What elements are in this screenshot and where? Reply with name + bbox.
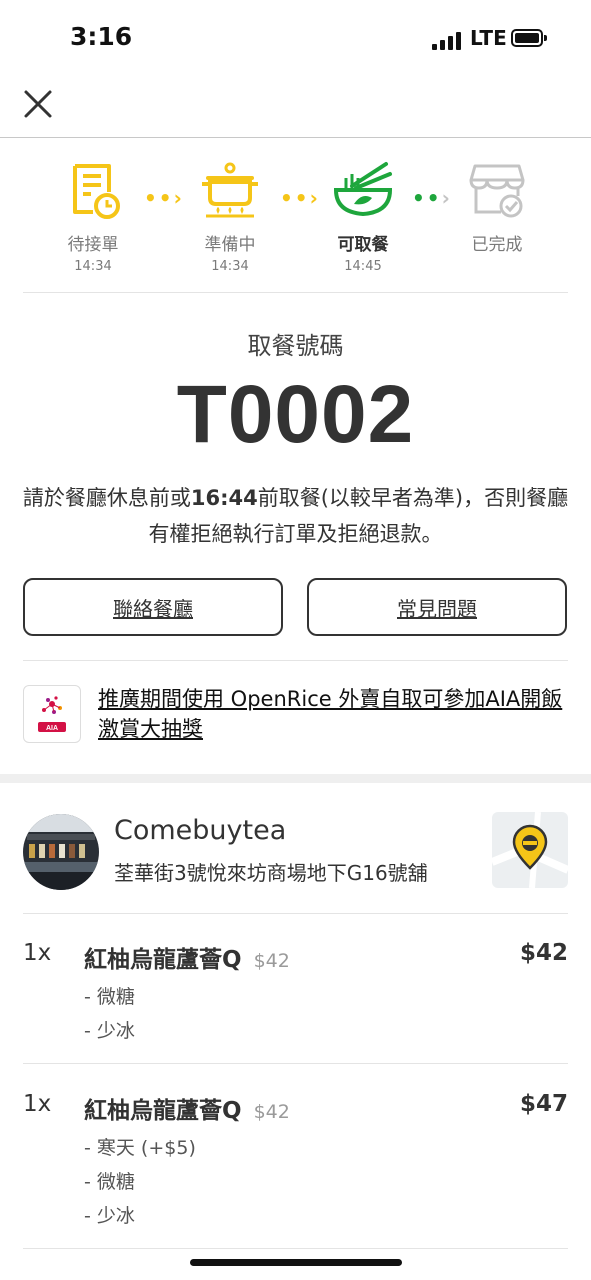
step-time: 14:34: [74, 259, 112, 274]
item-option: - 少冰: [84, 1205, 135, 1227]
step-label: 已完成: [471, 235, 523, 255]
item-base-price: $42: [253, 950, 290, 972]
aia-logo-icon: AIA: [38, 696, 66, 732]
item-option: - 微糖: [84, 1171, 135, 1193]
item-name: 紅柚烏龍蘆薈Q $42: [84, 1091, 290, 1125]
cellular-signal-icon: [432, 30, 464, 50]
item-price: $47: [519, 1091, 568, 1117]
divider: [23, 1248, 568, 1249]
aia-badge-text: AIA: [46, 725, 58, 732]
section-separator: [0, 774, 591, 783]
step-label: 可取餐: [337, 235, 389, 255]
item-base-price: $42: [253, 1101, 290, 1123]
close-button[interactable]: [20, 86, 56, 122]
divider: [23, 292, 568, 293]
map-pin-icon: [492, 812, 568, 888]
step-time: 14:45: [344, 259, 382, 274]
battery-icon: [511, 29, 547, 47]
step-order-received: 待接單 14:34: [33, 160, 153, 274]
restaurant-name: Comebuytea: [114, 815, 287, 846]
divider: [23, 660, 568, 661]
item-quantity: 1x: [23, 940, 52, 966]
aia-logo: AIA: [23, 685, 81, 743]
restaurant-photo: [23, 814, 99, 890]
item-quantity: 1x: [23, 1091, 52, 1117]
item-option: - 少冰: [84, 1020, 135, 1042]
contact-restaurant-button[interactable]: 聯絡餐廳: [23, 578, 283, 636]
divider: [23, 1063, 568, 1064]
cooking-pot-icon: [202, 162, 258, 218]
step-completed: 已完成: [437, 160, 557, 259]
pickup-number: T0002: [176, 369, 415, 460]
status-bar: 3:16 LTE: [0, 0, 591, 80]
step-time: 14:34: [211, 259, 249, 274]
step-ready: 可取餐 14:45: [303, 160, 423, 274]
pickup-notice: 請於餐廳休息前或16:44前取餐(以較早者為準)，否則餐廳有權拒絕執行訂單及拒絕…: [20, 480, 571, 552]
step-preparing: 準備中 14:34: [170, 160, 290, 274]
pickup-number-label: 取餐號碼: [247, 332, 344, 360]
home-indicator[interactable]: [190, 1259, 402, 1266]
map-button[interactable]: [492, 812, 568, 888]
item-option: - 微糖: [84, 986, 135, 1008]
order-receipt-icon: [73, 164, 120, 219]
item-price: $42: [519, 940, 568, 966]
faq-button[interactable]: 常見問題: [307, 578, 567, 636]
header-divider: [0, 137, 591, 138]
item-options: - 微糖 - 少冰: [84, 980, 135, 1048]
item-name-text: 紅柚烏龍蘆薈Q: [84, 947, 242, 973]
notice-deadline: 16:44: [190, 486, 258, 510]
close-icon: [24, 90, 52, 118]
item-options: - 寒天 (+$5) - 微糖 - 少冰: [84, 1131, 196, 1233]
item-option: - 寒天 (+$5): [84, 1137, 196, 1159]
noodle-bowl-icon: [333, 162, 393, 217]
step-label: 待接單: [67, 235, 119, 255]
network-type: LTE: [470, 26, 507, 50]
item-name: 紅柚烏龍蘆薈Q $42: [84, 940, 290, 974]
divider: [23, 913, 568, 914]
step-label: 準備中: [204, 235, 256, 255]
restaurant-address: 荃華街3號悅來坊商場地下G16號舖: [114, 861, 428, 885]
promo-link[interactable]: 推廣期間使用 OpenRice 外賣自取可參加AIA開飯激賞大抽獎: [98, 684, 578, 744]
item-name-text: 紅柚烏龍蘆薈Q: [84, 1098, 242, 1124]
status-time: 3:16: [70, 22, 133, 51]
notice-text: 請於餐廳休息前或: [22, 486, 191, 510]
store-check-icon: [469, 164, 525, 218]
